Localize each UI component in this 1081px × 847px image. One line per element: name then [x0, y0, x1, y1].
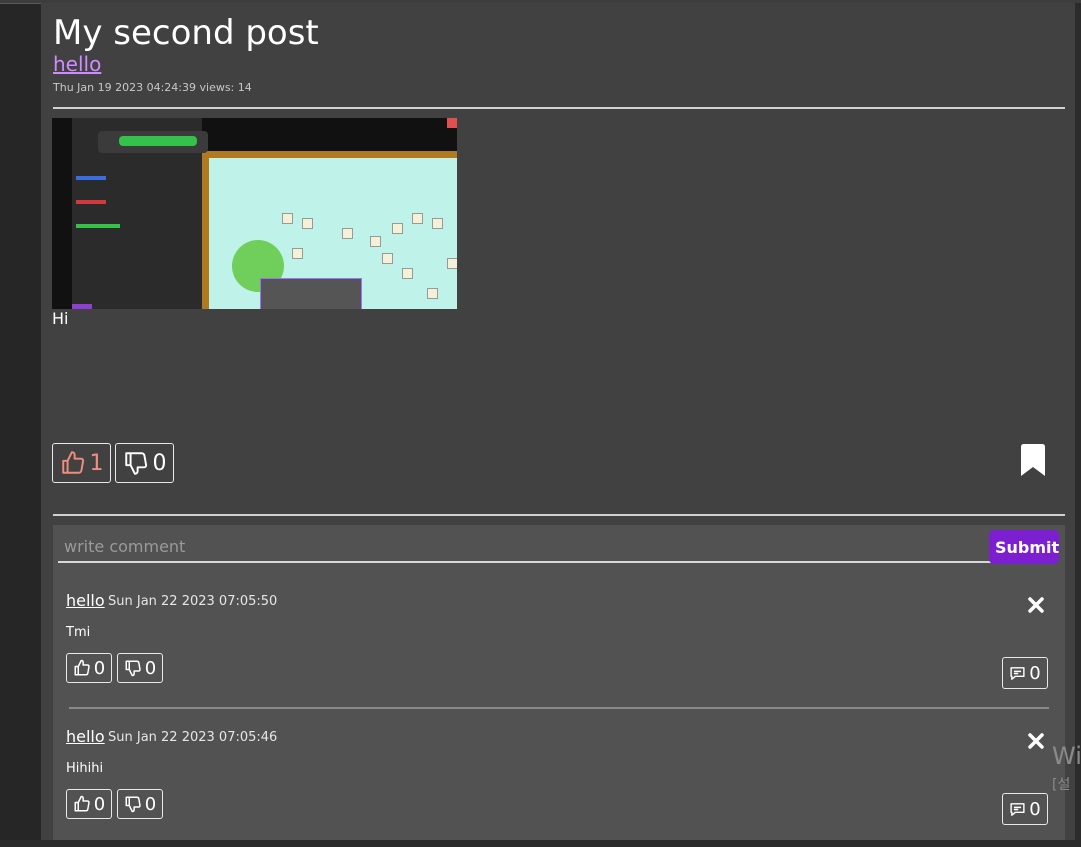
comment-item: hello Sun Jan 22 2023 07:05:46 Hihihi 0 … — [53, 727, 1065, 847]
comment-reply-count: 0 — [1029, 798, 1041, 820]
game-hp-bar — [119, 136, 197, 146]
submit-comment-button[interactable]: Submit — [989, 530, 1059, 564]
game-tile — [342, 228, 353, 239]
thumbs-down-icon — [124, 452, 147, 475]
thumbs-up-icon — [61, 451, 84, 474]
comments-divider — [53, 514, 1065, 516]
comment-text: Tmi — [66, 625, 91, 640]
comment-date: Sun Jan 22 2023 07:05:46 — [108, 730, 278, 745]
post-container: My second post hello Thu Jan 19 2023 04:… — [41, 3, 1075, 840]
thumbs-up-icon — [74, 659, 90, 676]
post-like-count: 1 — [89, 450, 104, 476]
comment-reply-button[interactable]: 0 — [1002, 793, 1048, 825]
post-title: My second post — [53, 13, 319, 53]
post-meta: Thu Jan 19 2023 04:24:39 views: 14 — [53, 81, 252, 94]
comment-bubble-icon — [1010, 802, 1025, 816]
comment-author-link[interactable]: hello — [66, 727, 105, 747]
comment-input[interactable] — [58, 531, 1000, 563]
comment-bubble-icon — [1010, 666, 1025, 680]
game-close-icon — [447, 118, 457, 128]
thumbs-up-icon — [74, 795, 90, 812]
comment-author-link[interactable]: hello — [66, 591, 105, 611]
comment-text: Hihihi — [66, 761, 104, 776]
game-tile — [370, 236, 381, 247]
comments-section: Submit hello Sun Jan 22 2023 07:05:50 Tm… — [53, 525, 1065, 840]
game-bar-blue — [76, 176, 106, 180]
post-image — [52, 118, 457, 309]
left-gutter — [0, 0, 41, 840]
close-icon[interactable] — [1026, 595, 1046, 615]
comment-separator — [69, 707, 1049, 709]
close-icon[interactable] — [1026, 731, 1046, 751]
game-tile — [282, 213, 293, 224]
comment-reply-count: 0 — [1029, 662, 1041, 684]
game-tile — [412, 213, 423, 224]
post-dislike-button[interactable]: 0 — [115, 443, 174, 483]
game-tile — [382, 253, 393, 264]
game-purple-marker — [72, 304, 92, 309]
game-tile — [302, 218, 313, 229]
comment-like-button[interactable]: 0 — [66, 789, 112, 819]
comment-dislike-button[interactable]: 0 — [117, 653, 163, 683]
bookmark-icon[interactable] — [1018, 443, 1048, 477]
thumbs-down-icon — [125, 660, 141, 677]
thumbs-down-icon — [125, 796, 141, 813]
game-tile — [447, 258, 457, 269]
comment-like-count: 0 — [93, 657, 106, 679]
os-watermark: Wi — [1052, 742, 1081, 770]
os-watermark-sub: [설 — [1052, 777, 1071, 793]
post-body: Hi — [52, 309, 69, 328]
post-dislike-count: 0 — [152, 450, 167, 476]
post-divider — [53, 107, 1065, 109]
comment-like-count: 0 — [93, 793, 106, 815]
game-tile — [292, 248, 303, 259]
game-card-panel — [260, 278, 362, 309]
comment-date: Sun Jan 22 2023 07:05:50 — [108, 594, 278, 609]
comment-reply-button[interactable]: 0 — [1002, 657, 1048, 689]
comment-item: hello Sun Jan 22 2023 07:05:50 Tmi 0 0 0 — [53, 591, 1065, 711]
post-like-button[interactable]: 1 — [52, 443, 111, 483]
game-tile — [432, 218, 443, 229]
game-tile — [392, 223, 403, 234]
game-bar-green — [76, 224, 120, 228]
comment-dislike-button[interactable]: 0 — [117, 789, 163, 819]
game-tile — [427, 288, 438, 299]
post-author-link[interactable]: hello — [53, 51, 101, 77]
game-tile — [402, 268, 413, 279]
comment-dislike-count: 0 — [144, 657, 157, 679]
comment-like-button[interactable]: 0 — [66, 653, 112, 683]
game-bar-red — [76, 200, 106, 204]
comment-dislike-count: 0 — [144, 793, 157, 815]
right-scroll-edge — [1075, 3, 1081, 840]
